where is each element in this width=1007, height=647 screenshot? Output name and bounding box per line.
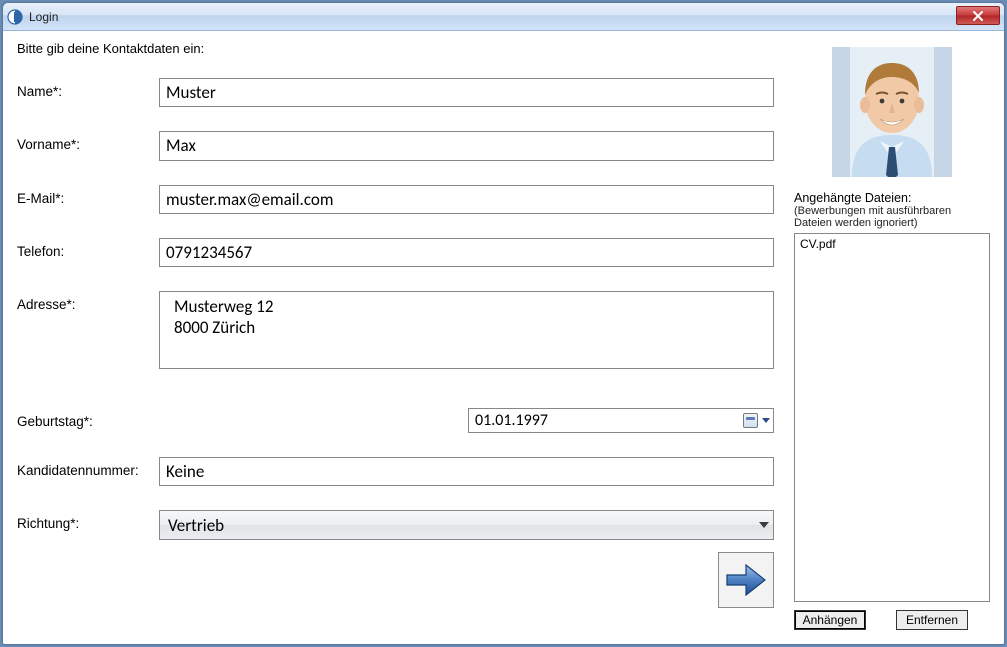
geburtstag-value: 01.01.1997	[475, 411, 743, 430]
kandidatennummer-field[interactable]	[159, 457, 774, 486]
arrow-right-icon	[724, 562, 768, 598]
label-kandidatennummer: Kandidatennummer:	[17, 457, 159, 478]
name-field[interactable]	[159, 78, 774, 107]
next-button[interactable]	[718, 552, 774, 608]
form-column: Bitte gib deine Kontaktdaten ein: Name*:…	[17, 41, 774, 630]
attachments-heading: Angehängte Dateien:	[794, 191, 990, 205]
calendar-icon	[743, 413, 758, 428]
vorname-field[interactable]	[159, 131, 774, 160]
applicant-photo	[832, 47, 952, 177]
chevron-down-icon	[762, 418, 770, 423]
geburtstag-picker[interactable]: 01.01.1997	[468, 408, 774, 433]
label-name: Name*:	[17, 78, 159, 99]
app-icon	[7, 9, 23, 25]
label-email: E-Mail*:	[17, 185, 159, 206]
richtung-value: Vertrieb	[168, 515, 759, 536]
close-button[interactable]	[956, 6, 1000, 25]
label-geburtstag: Geburtstag*:	[17, 408, 159, 429]
file-item[interactable]: CV.pdf	[799, 237, 985, 251]
richtung-select[interactable]: Vertrieb	[159, 510, 774, 540]
chevron-down-icon	[759, 522, 769, 528]
label-telefon: Telefon:	[17, 238, 159, 259]
window-title: Login	[29, 10, 58, 24]
attachments-list[interactable]: CV.pdf	[794, 233, 990, 602]
adresse-field[interactable]	[159, 291, 774, 369]
attachments-column: Angehängte Dateien: (Bewerbungen mit aus…	[794, 41, 990, 630]
instruction-text: Bitte gib deine Kontaktdaten ein:	[17, 41, 774, 56]
client-area: Bitte gib deine Kontaktdaten ein: Name*:…	[3, 31, 1004, 644]
telefon-field[interactable]	[159, 238, 774, 267]
attach-button[interactable]: Anhängen	[794, 610, 866, 630]
email-field[interactable]	[159, 185, 774, 214]
remove-button[interactable]: Entfernen	[896, 610, 968, 630]
label-adresse: Adresse*:	[17, 291, 159, 312]
login-window: Login Bitte gib deine Kontaktdaten ein: …	[2, 2, 1005, 645]
label-vorname: Vorname*:	[17, 131, 159, 152]
attachments-note: (Bewerbungen mit ausführbaren Dateien we…	[794, 205, 990, 229]
label-richtung: Richtung*:	[17, 510, 159, 531]
titlebar[interactable]: Login	[3, 3, 1004, 31]
